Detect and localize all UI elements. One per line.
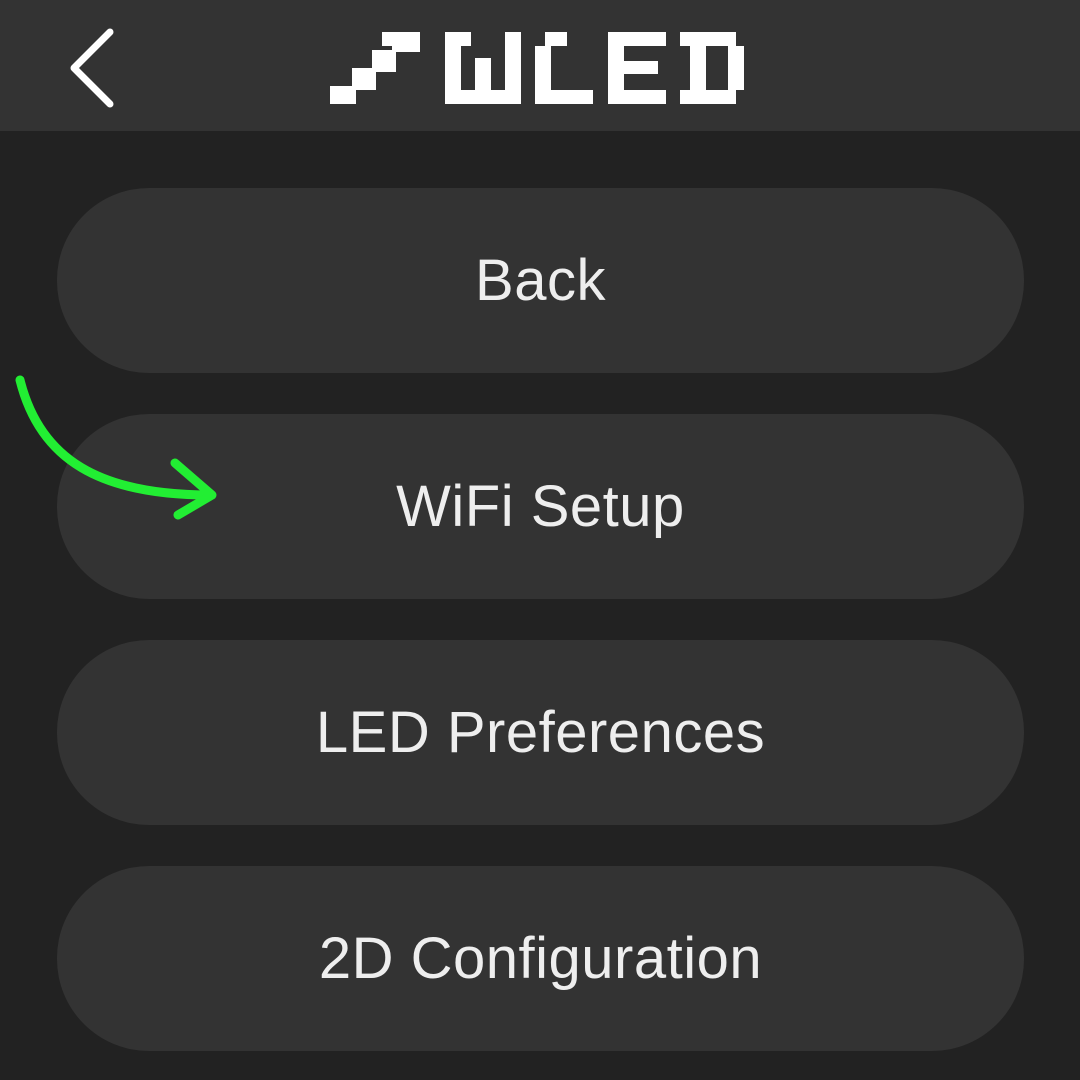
led-preferences-button[interactable]: LED Preferences: [57, 640, 1024, 825]
wifi-setup-button-label: WiFi Setup: [396, 474, 685, 539]
wled-logo: WLED: [330, 28, 750, 106]
top-bar: WLED: [0, 0, 1080, 131]
settings-menu: Back WiFi Setup LED Preferences 2D Confi…: [57, 188, 1024, 1051]
2d-configuration-button[interactable]: 2D Configuration: [57, 866, 1024, 1051]
back-button-label: Back: [475, 248, 606, 313]
wifi-setup-button[interactable]: WiFi Setup: [57, 414, 1024, 599]
chevron-left-icon[interactable]: [62, 26, 122, 110]
2d-configuration-button-label: 2D Configuration: [318, 926, 763, 991]
led-preferences-button-label: LED Preferences: [315, 700, 766, 765]
wled-logo-graphic: [330, 32, 744, 104]
back-button[interactable]: Back: [57, 188, 1024, 373]
